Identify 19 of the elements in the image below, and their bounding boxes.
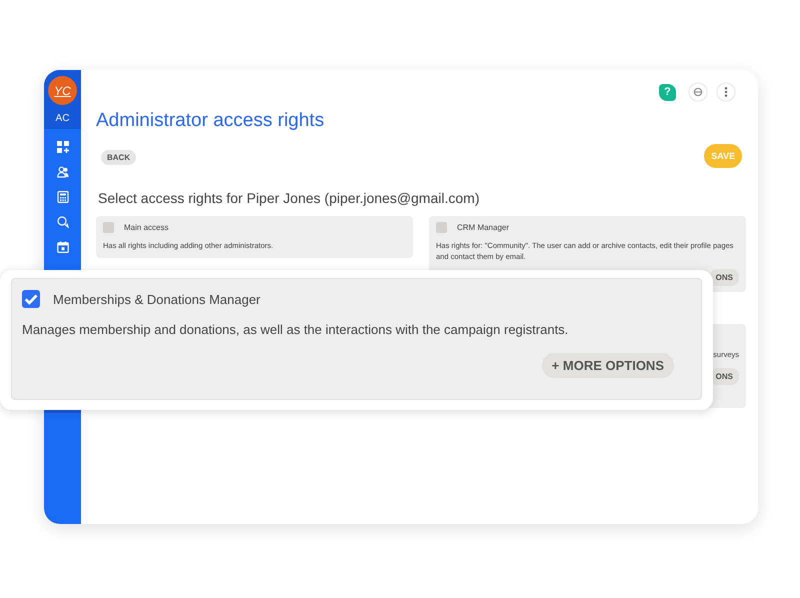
dashboard-icon[interactable] (56, 141, 68, 153)
account-initials[interactable]: AC (56, 113, 70, 124)
card-title: Main access (124, 223, 168, 232)
back-button[interactable]: BACK (101, 150, 136, 165)
people-icon[interactable] (56, 166, 68, 178)
page-title: Administrator access rights (96, 110, 326, 132)
checkbox[interactable] (436, 222, 447, 233)
more-options-button[interactable]: + MORE OPTIONS (542, 353, 674, 378)
more-icon[interactable] (716, 82, 736, 102)
logo[interactable]: YC (48, 76, 77, 105)
card-title: Memberships & Donations Manager (53, 292, 260, 306)
card-description: Manages membership and donations, as well as the interactions with the campaign registrants. (22, 322, 570, 337)
card-title: CRM Manager (457, 223, 510, 232)
more-options-button[interactable]: ONS (710, 269, 739, 286)
subtitle: Select access rights for Piper Jones (piper.jones@gmail.com) (98, 190, 480, 206)
checkbox[interactable] (103, 222, 114, 233)
checkbox[interactable] (22, 290, 40, 308)
calendar-icon[interactable] (56, 241, 68, 253)
calculator-icon[interactable] (56, 191, 68, 203)
